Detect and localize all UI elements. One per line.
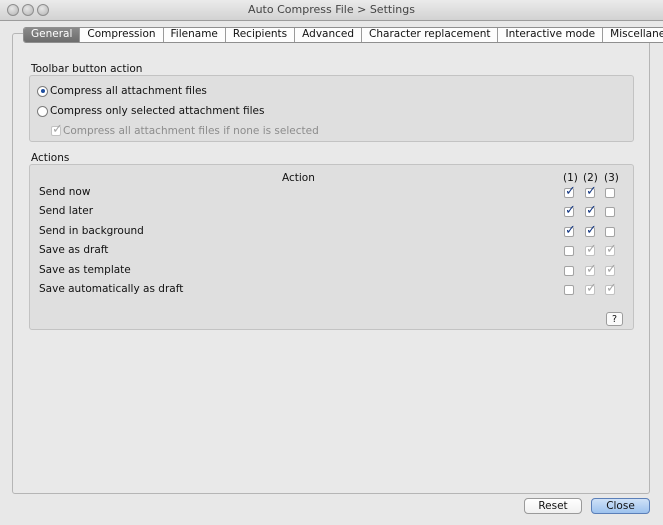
actions-section-label: Actions (31, 152, 70, 164)
action-checkbox-col3[interactable] (605, 188, 615, 198)
action-checkbox-col1[interactable] (564, 184, 576, 199)
actions-group (29, 164, 634, 330)
action-checkbox-col2[interactable] (585, 223, 597, 238)
action-row-label: Save automatically as draft (39, 283, 184, 295)
action-checkbox-col1[interactable] (564, 285, 574, 295)
help-button[interactable]: ? (606, 312, 623, 326)
close-button[interactable]: Close (591, 498, 650, 514)
action-row-label: Save as draft (39, 244, 109, 256)
action-row-label: Send in background (39, 225, 144, 237)
column-1-header: (1) (563, 172, 578, 184)
tab-compression[interactable]: Compression (79, 28, 162, 42)
action-checkbox-col2[interactable] (585, 242, 597, 257)
radio-compress-all[interactable]: Compress all attachment files (37, 85, 207, 97)
action-row-label: Send later (39, 205, 94, 217)
tab-bar: General Compression Filename Recipients … (23, 27, 663, 43)
action-checkbox-col1[interactable] (564, 223, 576, 238)
radio-selected-icon[interactable] (37, 85, 48, 97)
action-checkbox-col1[interactable] (564, 203, 576, 218)
radio-compress-selected-label: Compress only selected attachment files (50, 105, 265, 117)
action-checkbox-col3[interactable] (605, 242, 617, 257)
title-bar: Auto Compress File > Settings (0, 0, 663, 21)
radio-compress-all-label: Compress all attachment files (50, 85, 207, 97)
action-checkbox-col1[interactable] (564, 266, 574, 276)
action-checkbox-col2[interactable] (585, 281, 597, 296)
action-checkbox-col2[interactable] (585, 184, 597, 199)
tab-character-replacement[interactable]: Character replacement (361, 28, 497, 42)
action-checkbox-col2[interactable] (585, 203, 597, 218)
action-checkbox-col3[interactable] (605, 207, 615, 217)
checkbox-compress-if-none-label: Compress all attachment files if none is… (63, 125, 319, 137)
tab-filename[interactable]: Filename (162, 28, 225, 42)
action-row-label: Save as template (39, 264, 131, 276)
tab-interactive-mode[interactable]: Interactive mode (497, 28, 602, 42)
action-column-header: Action (282, 172, 315, 184)
action-row-label: Send now (39, 186, 91, 198)
action-checkbox-col2[interactable] (585, 262, 597, 277)
reset-button[interactable]: Reset (524, 498, 582, 514)
checkbox-compress-if-none[interactable]: Compress all attachment files if none is… (51, 122, 319, 137)
tab-advanced[interactable]: Advanced (294, 28, 361, 42)
window-title: Auto Compress File > Settings (248, 3, 415, 16)
toolbar-section-label: Toolbar button action (31, 63, 143, 75)
column-3-header: (3) (604, 172, 619, 184)
tab-recipients[interactable]: Recipients (224, 28, 294, 42)
action-checkbox-col3[interactable] (605, 281, 617, 296)
checkbox-icon[interactable] (51, 122, 63, 137)
column-2-header: (2) (583, 172, 598, 184)
tab-miscellaneous[interactable]: Miscellaneous (602, 28, 663, 42)
action-checkbox-col3[interactable] (605, 262, 617, 277)
radio-unselected-icon[interactable] (37, 105, 48, 117)
radio-compress-selected[interactable]: Compress only selected attachment files (37, 105, 264, 117)
action-checkbox-col3[interactable] (605, 227, 615, 237)
tab-general[interactable]: General (24, 28, 80, 42)
action-checkbox-col1[interactable] (564, 246, 574, 256)
